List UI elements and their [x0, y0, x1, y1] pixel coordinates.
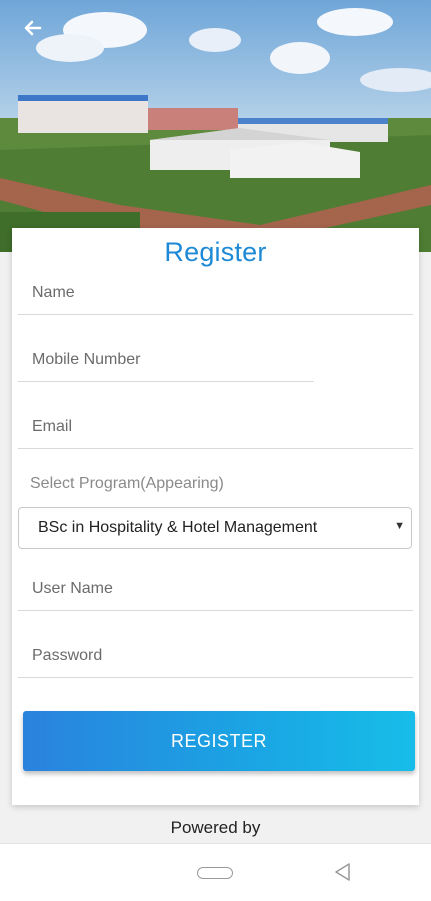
- page-title: Register: [164, 237, 267, 267]
- arrow-left-icon: [24, 20, 42, 36]
- campus-photo: [0, 0, 431, 252]
- password-input[interactable]: [32, 642, 392, 670]
- back-triangle-icon: [335, 863, 350, 881]
- register-card: Register Select Program(Appearing) BSc i…: [12, 228, 419, 805]
- back-triangle-button[interactable]: [333, 862, 353, 887]
- back-button[interactable]: [18, 14, 48, 44]
- powered-by-text: Powered by: [170, 818, 261, 837]
- name-input[interactable]: [32, 279, 392, 307]
- email-input[interactable]: [32, 413, 392, 441]
- program-select-label: Select Program(Appearing): [30, 475, 224, 492]
- username-field: [18, 567, 413, 611]
- register-button[interactable]: REGISTER: [23, 711, 415, 771]
- mobile-field: [18, 338, 314, 382]
- mobile-number-input[interactable]: [32, 346, 302, 374]
- dropdown-caret-icon: ▼: [394, 520, 405, 532]
- home-pill-icon[interactable]: [197, 867, 233, 879]
- campus-header-image: [0, 0, 431, 252]
- program-select[interactable]: BSc in Hospitality & Hotel Management ▼: [18, 507, 412, 549]
- system-navigation-bar: [0, 843, 431, 901]
- program-selected-value: BSc in Hospitality & Hotel Management: [38, 519, 318, 536]
- username-input[interactable]: [32, 575, 392, 603]
- email-field: [18, 405, 413, 449]
- name-field: [18, 271, 413, 315]
- password-field: [18, 634, 413, 678]
